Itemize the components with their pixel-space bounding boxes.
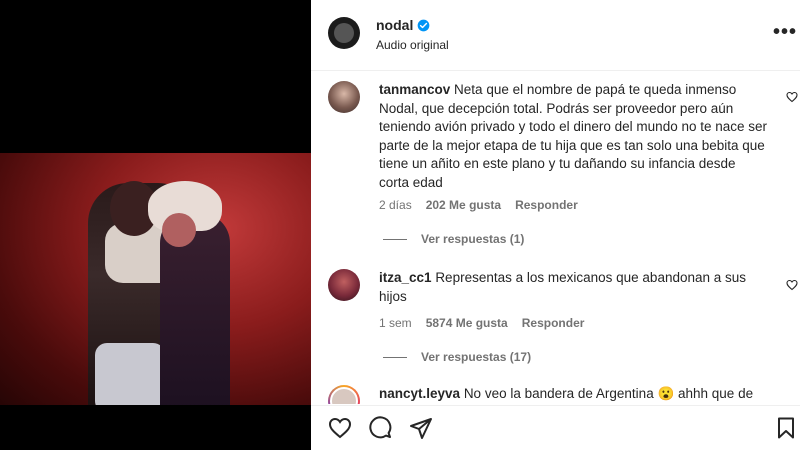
figure-left-pants <box>95 343 165 405</box>
post-actions-bar <box>311 405 800 451</box>
comment-text: Representas a los mexicanos que abandona… <box>379 270 747 304</box>
view-replies-label[interactable]: Ver respuestas (17) <box>421 350 531 364</box>
comment-text: No veo la bandera de Argentina 😮 ahhh qu… <box>463 386 754 401</box>
comment-item: itza_cc1 Representas a los mexicanos que… <box>328 261 798 351</box>
comment-text: Neta que el nombre de papá te queda inme… <box>379 82 768 190</box>
post-header: nodal Audio original ••• <box>311 0 800 71</box>
save-bookmark-icon[interactable] <box>774 416 798 440</box>
comment-meta: 1 sem 5874 Me gusta Responder <box>379 316 584 330</box>
comment-avatar[interactable] <box>328 385 360 404</box>
reply-button[interactable]: Responder <box>515 198 578 212</box>
comment-item: nancyt.leyva No veo la bandera de Argent… <box>328 377 788 404</box>
comment-likes[interactable]: 202 Me gusta <box>426 198 501 212</box>
verified-badge-icon <box>417 19 430 31</box>
comment-time[interactable]: 2 días <box>379 198 412 212</box>
like-heart-icon[interactable] <box>786 279 798 291</box>
audio-label[interactable]: Audio original <box>376 38 449 52</box>
post-sidebar: nodal Audio original ••• tanmancov Neta … <box>311 0 800 450</box>
author-avatar[interactable] <box>328 17 360 49</box>
view-replies-button[interactable]: Ver respuestas (1) <box>383 232 524 246</box>
post-media[interactable] <box>0 0 311 450</box>
more-options-icon[interactable]: ••• <box>773 22 797 42</box>
view-replies-label[interactable]: Ver respuestas (1) <box>421 232 524 246</box>
comment-body: itza_cc1 Representas a los mexicanos que… <box>379 269 769 306</box>
comment-meta: 2 días 202 Me gusta Responder <box>379 198 578 212</box>
comments-list[interactable]: tanmancov Neta que el nombre de papá te … <box>311 71 800 404</box>
like-heart-icon[interactable] <box>786 91 798 103</box>
share-paper-plane-icon[interactable] <box>409 416 433 440</box>
figure-right-face <box>162 213 196 247</box>
reply-button[interactable]: Responder <box>522 316 585 330</box>
comment-avatar[interactable] <box>328 269 360 301</box>
author-username-row[interactable]: nodal <box>376 17 430 33</box>
comment-username[interactable]: tanmancov <box>379 82 450 97</box>
instagram-post-view: nodal Audio original ••• tanmancov Neta … <box>0 0 800 450</box>
comment-likes[interactable]: 5874 Me gusta <box>426 316 508 330</box>
comment-item: tanmancov Neta que el nombre de papá te … <box>328 73 798 253</box>
replies-divider <box>383 238 407 240</box>
video-frame[interactable] <box>0 153 311 405</box>
comment-body: tanmancov Neta que el nombre de papá te … <box>379 81 769 192</box>
replies-divider <box>383 356 407 358</box>
comment-avatar[interactable] <box>328 81 360 113</box>
comment-time[interactable]: 1 sem <box>379 316 412 330</box>
author-username[interactable]: nodal <box>376 17 413 33</box>
view-replies-button[interactable]: Ver respuestas (17) <box>383 350 531 364</box>
like-heart-icon[interactable] <box>328 416 352 440</box>
comment-username[interactable]: nancyt.leyva <box>379 386 460 401</box>
comment-body: nancyt.leyva No veo la bandera de Argent… <box>379 385 769 404</box>
comment-username[interactable]: itza_cc1 <box>379 270 432 285</box>
comment-bubble-icon[interactable] <box>368 416 392 440</box>
